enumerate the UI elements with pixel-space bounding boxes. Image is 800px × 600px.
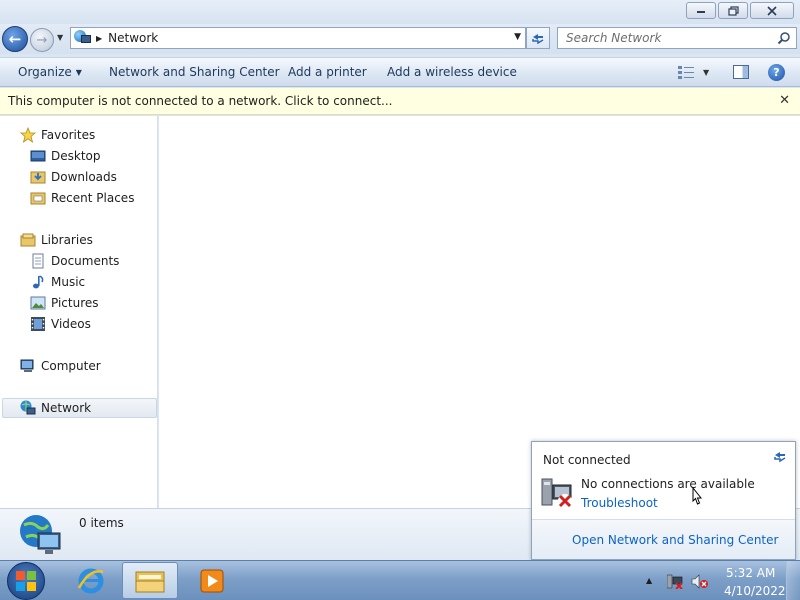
show-desktop-button[interactable]	[786, 561, 800, 600]
network-sharing-center-button[interactable]: Network and Sharing Center	[109, 65, 280, 79]
refresh-icon[interactable]	[773, 450, 787, 464]
address-bar[interactable]: ▶ Network ▼	[70, 27, 526, 49]
star-icon	[20, 127, 36, 143]
search-input[interactable]	[566, 31, 766, 45]
nav-videos[interactable]: Videos	[30, 314, 91, 334]
music-note-icon	[33, 275, 44, 289]
nav-documents[interactable]: Documents	[30, 251, 119, 271]
nav-libraries[interactable]: Libraries	[20, 230, 93, 250]
videos-film-icon	[31, 317, 45, 331]
add-printer-button[interactable]: Add a printer	[288, 65, 367, 79]
nav-computer-label: Computer	[41, 359, 101, 373]
documents-icon	[32, 253, 44, 269]
nav-downloads[interactable]: Downloads	[30, 167, 117, 187]
item-count: 0 items	[79, 516, 124, 530]
nav-pictures[interactable]: Pictures	[30, 293, 99, 313]
preview-pane-icon[interactable]	[733, 65, 749, 79]
command-bar: Organize ▼ Network and Sharing Center Add…	[0, 57, 800, 87]
media-player-icon	[200, 569, 224, 592]
network-globe-icon	[20, 515, 61, 554]
navigation-pane: Favorites Desktop Downloads Recent Place…	[0, 116, 158, 508]
recent-places-icon	[30, 192, 46, 205]
search-box[interactable]	[557, 27, 797, 49]
back-arrow-icon: ←	[8, 30, 22, 48]
close-icon	[767, 5, 777, 16]
folder-icon	[135, 571, 165, 592]
clock-time[interactable]: 5:32 AM	[726, 566, 775, 580]
taskbar: ▲ 5:32 AM 4/10/2022	[0, 560, 800, 600]
nav-music[interactable]: Music	[30, 272, 85, 292]
address-dropdown-icon[interactable]: ▼	[514, 32, 521, 42]
flyout-message: No connections are available	[581, 477, 755, 491]
info-bar[interactable]: This computer is not connected to a netw…	[0, 88, 800, 115]
restore-button[interactable]	[718, 2, 748, 19]
title-bar	[0, 0, 800, 24]
nav-pictures-label: Pictures	[51, 296, 99, 310]
recent-pages-dropdown[interactable]: ▼	[57, 33, 63, 42]
downloads-folder-icon	[30, 171, 46, 184]
breadcrumb-separator-icon[interactable]: ▶	[96, 34, 102, 43]
caption-buttons	[686, 2, 794, 19]
restore-icon	[727, 5, 739, 16]
info-bar-message[interactable]: This computer is not connected to a netw…	[8, 94, 392, 108]
no-connection-icon	[541, 478, 572, 508]
taskbar-media-player[interactable]	[184, 562, 240, 599]
nav-downloads-label: Downloads	[51, 170, 117, 184]
clock-date[interactable]: 4/10/2022	[724, 584, 786, 598]
info-bar-close-icon[interactable]: ✕	[779, 93, 790, 108]
nav-videos-label: Videos	[51, 317, 91, 331]
refresh-button[interactable]	[526, 27, 550, 49]
organize-menu[interactable]: Organize ▼	[18, 65, 82, 79]
change-view-icon[interactable]	[678, 65, 694, 79]
nav-recent-places[interactable]: Recent Places	[30, 188, 134, 208]
nav-favorites[interactable]: Favorites	[20, 125, 95, 145]
tray-network-disconnected-icon[interactable]	[667, 574, 683, 589]
back-button[interactable]: ←	[2, 26, 28, 52]
nav-network[interactable]: Network	[2, 398, 157, 418]
help-icon[interactable]: ?	[768, 64, 785, 81]
nav-computer[interactable]: Computer	[20, 356, 101, 376]
minimize-icon	[697, 10, 705, 13]
taskbar-internet-explorer[interactable]	[63, 562, 119, 599]
internet-explorer-icon	[77, 568, 104, 593]
nav-network-label: Network	[41, 401, 92, 415]
nav-favorites-label: Favorites	[41, 128, 96, 142]
network-icon	[20, 400, 36, 415]
nav-desktop-label: Desktop	[51, 149, 101, 163]
show-hidden-icons-icon[interactable]: ▲	[646, 576, 652, 585]
chevron-down-icon: ▼	[75, 68, 82, 77]
open-network-sharing-center-link[interactable]: Open Network and Sharing Center	[572, 533, 778, 547]
flyout-title: Not connected	[543, 453, 631, 467]
nav-music-label: Music	[51, 275, 86, 289]
nav-documents-label: Documents	[51, 254, 120, 268]
nav-desktop[interactable]: Desktop	[30, 146, 101, 166]
search-icon[interactable]	[777, 31, 791, 45]
forward-button[interactable]: →	[30, 28, 54, 52]
start-button[interactable]	[7, 562, 45, 600]
nav-libraries-label: Libraries	[41, 233, 93, 247]
pictures-icon	[30, 296, 46, 310]
windows-logo-icon	[16, 571, 36, 591]
minimize-button[interactable]	[686, 2, 716, 19]
organize-label: Organize	[18, 65, 72, 79]
network-icon	[74, 30, 92, 46]
add-wireless-device-button[interactable]: Add a wireless device	[387, 65, 517, 79]
view-options-dropdown[interactable]: ▼	[703, 68, 709, 77]
refresh-icon	[532, 34, 544, 44]
forward-arrow-icon: →	[36, 32, 48, 48]
desktop-icon	[30, 150, 46, 162]
mouse-cursor-icon	[692, 487, 703, 505]
close-button[interactable]	[750, 2, 794, 19]
flyout-footer: Open Network and Sharing Center	[532, 519, 795, 559]
network-flyout: Not connected No connections are availab…	[531, 441, 796, 560]
libraries-icon	[20, 233, 36, 247]
address-row: ← → ▼ ▶ Network ▼	[0, 24, 800, 54]
taskbar-windows-explorer[interactable]	[122, 562, 178, 599]
computer-icon	[20, 359, 34, 372]
nav-recent-places-label: Recent Places	[51, 191, 135, 205]
breadcrumb-network[interactable]: Network	[108, 31, 158, 45]
troubleshoot-link[interactable]: Troubleshoot	[581, 496, 658, 510]
tray-volume-muted-icon[interactable]	[691, 574, 708, 589]
